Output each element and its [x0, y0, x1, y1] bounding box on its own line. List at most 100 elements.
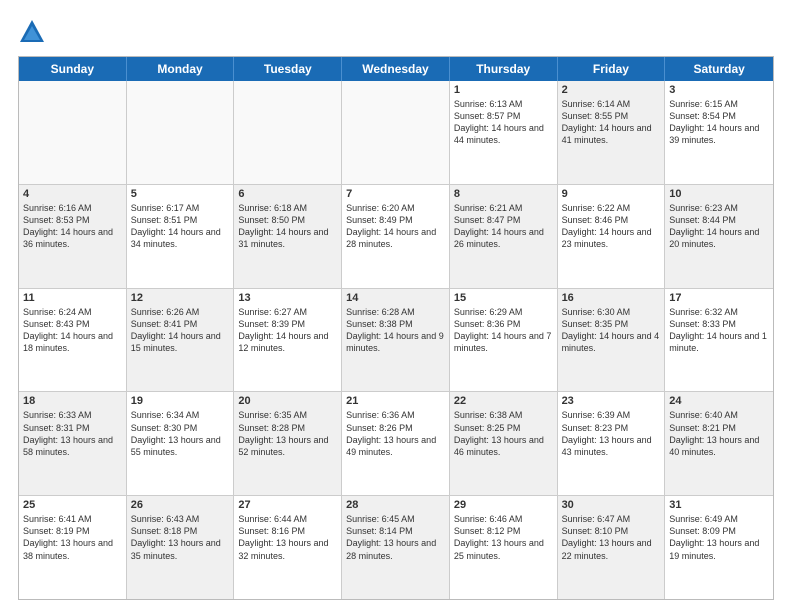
day-info: Sunrise: 6:44 AM Sunset: 8:16 PM Dayligh… — [238, 514, 328, 560]
day-number: 31 — [669, 499, 769, 511]
day-number: 4 — [23, 188, 122, 200]
day-info: Sunrise: 6:21 AM Sunset: 8:47 PM Dayligh… — [454, 203, 544, 249]
day-cell-5: 5 Sunrise: 6:17 AM Sunset: 8:51 PM Daylig… — [127, 185, 235, 288]
header-day-sunday: Sunday — [19, 57, 127, 81]
day-cell-18: 18 Sunrise: 6:33 AM Sunset: 8:31 PM Dayli… — [19, 392, 127, 495]
day-cell-12: 12 Sunrise: 6:26 AM Sunset: 8:41 PM Dayli… — [127, 289, 235, 392]
logo — [18, 18, 50, 46]
day-info: Sunrise: 6:14 AM Sunset: 8:55 PM Dayligh… — [562, 99, 652, 145]
page: SundayMondayTuesdayWednesdayThursdayFrid… — [0, 0, 792, 612]
day-number: 6 — [238, 188, 337, 200]
day-number: 8 — [454, 188, 553, 200]
day-cell-19: 19Sunrise: 6:34 AM Sunset: 8:30 PM Dayli… — [127, 392, 235, 495]
header-day-monday: Monday — [127, 57, 235, 81]
header-day-wednesday: Wednesday — [342, 57, 450, 81]
day-cell-16: 16 Sunrise: 6:30 AM Sunset: 8:35 PM Dayli… — [558, 289, 666, 392]
day-info: Sunrise: 6:30 AM Sunset: 8:35 PM Dayligh… — [562, 307, 660, 353]
week-row-5: 25 Sunrise: 6:41 AM Sunset: 8:19 PM Dayli… — [19, 495, 773, 599]
calendar-body: 1 Sunrise: 6:13 AM Sunset: 8:57 PM Daylig… — [19, 81, 773, 599]
day-info: Sunrise: 6:43 AM Sunset: 8:18 PM Dayligh… — [131, 514, 221, 560]
day-number: 16 — [562, 292, 661, 304]
day-cell-10: 10Sunrise: 6:23 AM Sunset: 8:44 PM Dayli… — [665, 185, 773, 288]
week-row-1: 1 Sunrise: 6:13 AM Sunset: 8:57 PM Daylig… — [19, 81, 773, 184]
day-number: 14 — [346, 292, 445, 304]
day-number: 25 — [23, 499, 122, 511]
header-day-saturday: Saturday — [665, 57, 773, 81]
day-info: Sunrise: 6:45 AM Sunset: 8:14 PM Dayligh… — [346, 514, 436, 560]
day-info: Sunrise: 6:24 AM Sunset: 8:43 PM Dayligh… — [23, 307, 113, 353]
day-info: Sunrise: 6:47 AM Sunset: 8:10 PM Dayligh… — [562, 514, 652, 560]
day-number: 22 — [454, 395, 553, 407]
header-day-tuesday: Tuesday — [234, 57, 342, 81]
day-number: 30 — [562, 499, 661, 511]
day-cell-9: 9Sunrise: 6:22 AM Sunset: 8:46 PM Daylig… — [558, 185, 666, 288]
day-info: Sunrise: 6:17 AM Sunset: 8:51 PM Dayligh… — [131, 203, 221, 249]
day-info: Sunrise: 6:22 AM Sunset: 8:46 PM Dayligh… — [562, 203, 652, 249]
day-cell-17: 17 Sunrise: 6:32 AM Sunset: 8:33 PM Dayli… — [665, 289, 773, 392]
day-info: Sunrise: 6:28 AM Sunset: 8:38 PM Dayligh… — [346, 307, 444, 353]
day-cell-1: 1 Sunrise: 6:13 AM Sunset: 8:57 PM Daylig… — [450, 81, 558, 184]
day-info: Sunrise: 6:32 AM Sunset: 8:33 PM Dayligh… — [669, 307, 767, 353]
day-cell-30: 30 Sunrise: 6:47 AM Sunset: 8:10 PM Dayli… — [558, 496, 666, 599]
day-info: Sunrise: 6:26 AM Sunset: 8:41 PM Dayligh… — [131, 307, 221, 353]
day-info: Sunrise: 6:40 AM Sunset: 8:21 PM Dayligh… — [669, 410, 759, 456]
day-cell-13: 13 Sunrise: 6:27 AM Sunset: 8:39 PM Dayli… — [234, 289, 342, 392]
day-number: 21 — [346, 395, 445, 407]
day-cell-14: 14 Sunrise: 6:28 AM Sunset: 8:38 PM Dayli… — [342, 289, 450, 392]
header-day-thursday: Thursday — [450, 57, 558, 81]
day-number: 26 — [131, 499, 230, 511]
day-cell-24: 24 Sunrise: 6:40 AM Sunset: 8:21 PM Dayli… — [665, 392, 773, 495]
day-info: Sunrise: 6:34 AM Sunset: 8:30 PM Dayligh… — [131, 410, 221, 456]
day-info: Sunrise: 6:39 AM Sunset: 8:23 PM Dayligh… — [562, 410, 652, 456]
calendar: SundayMondayTuesdayWednesdayThursdayFrid… — [18, 56, 774, 600]
day-number: 24 — [669, 395, 769, 407]
header — [18, 18, 774, 46]
day-cell-23: 23Sunrise: 6:39 AM Sunset: 8:23 PM Dayli… — [558, 392, 666, 495]
day-number: 20 — [238, 395, 337, 407]
day-info: Sunrise: 6:49 AM Sunset: 8:09 PM Dayligh… — [669, 514, 759, 560]
day-info: Sunrise: 6:35 AM Sunset: 8:28 PM Dayligh… — [238, 410, 328, 456]
day-cell-20: 20 Sunrise: 6:35 AM Sunset: 8:28 PM Dayli… — [234, 392, 342, 495]
day-cell-27: 27 Sunrise: 6:44 AM Sunset: 8:16 PM Dayli… — [234, 496, 342, 599]
empty-cell — [234, 81, 342, 184]
empty-cell — [19, 81, 127, 184]
day-number: 11 — [23, 292, 122, 304]
day-info: Sunrise: 6:18 AM Sunset: 8:50 PM Dayligh… — [238, 203, 328, 249]
empty-cell — [127, 81, 235, 184]
day-cell-21: 21 Sunrise: 6:36 AM Sunset: 8:26 PM Dayli… — [342, 392, 450, 495]
week-row-4: 18 Sunrise: 6:33 AM Sunset: 8:31 PM Dayli… — [19, 391, 773, 495]
empty-cell — [342, 81, 450, 184]
day-cell-4: 4 Sunrise: 6:16 AM Sunset: 8:53 PM Daylig… — [19, 185, 127, 288]
day-cell-2: 2 Sunrise: 6:14 AM Sunset: 8:55 PM Daylig… — [558, 81, 666, 184]
day-info: Sunrise: 6:41 AM Sunset: 8:19 PM Dayligh… — [23, 514, 113, 560]
day-cell-25: 25 Sunrise: 6:41 AM Sunset: 8:19 PM Dayli… — [19, 496, 127, 599]
day-info: Sunrise: 6:38 AM Sunset: 8:25 PM Dayligh… — [454, 410, 544, 456]
day-number: 5 — [131, 188, 230, 200]
week-row-2: 4 Sunrise: 6:16 AM Sunset: 8:53 PM Daylig… — [19, 184, 773, 288]
day-info: Sunrise: 6:33 AM Sunset: 8:31 PM Dayligh… — [23, 410, 113, 456]
logo-icon — [18, 18, 46, 46]
header-day-friday: Friday — [558, 57, 666, 81]
day-info: Sunrise: 6:13 AM Sunset: 8:57 PM Dayligh… — [454, 99, 544, 145]
day-info: Sunrise: 6:20 AM Sunset: 8:49 PM Dayligh… — [346, 203, 436, 249]
day-number: 17 — [669, 292, 769, 304]
day-cell-31: 31 Sunrise: 6:49 AM Sunset: 8:09 PM Dayli… — [665, 496, 773, 599]
day-number: 29 — [454, 499, 553, 511]
day-number: 27 — [238, 499, 337, 511]
day-cell-11: 11 Sunrise: 6:24 AM Sunset: 8:43 PM Dayli… — [19, 289, 127, 392]
day-cell-28: 28Sunrise: 6:45 AM Sunset: 8:14 PM Dayli… — [342, 496, 450, 599]
day-cell-6: 6 Sunrise: 6:18 AM Sunset: 8:50 PM Daylig… — [234, 185, 342, 288]
day-number: 7 — [346, 188, 445, 200]
day-info: Sunrise: 6:16 AM Sunset: 8:53 PM Dayligh… — [23, 203, 113, 249]
day-cell-22: 22 Sunrise: 6:38 AM Sunset: 8:25 PM Dayli… — [450, 392, 558, 495]
day-number: 18 — [23, 395, 122, 407]
day-number: 13 — [238, 292, 337, 304]
day-cell-8: 8 Sunrise: 6:21 AM Sunset: 8:47 PM Daylig… — [450, 185, 558, 288]
day-cell-7: 7 Sunrise: 6:20 AM Sunset: 8:49 PM Daylig… — [342, 185, 450, 288]
day-number: 1 — [454, 84, 553, 96]
day-info: Sunrise: 6:27 AM Sunset: 8:39 PM Dayligh… — [238, 307, 328, 353]
day-number: 12 — [131, 292, 230, 304]
day-number: 2 — [562, 84, 661, 96]
day-info: Sunrise: 6:23 AM Sunset: 8:44 PM Dayligh… — [669, 203, 759, 249]
day-info: Sunrise: 6:36 AM Sunset: 8:26 PM Dayligh… — [346, 410, 436, 456]
